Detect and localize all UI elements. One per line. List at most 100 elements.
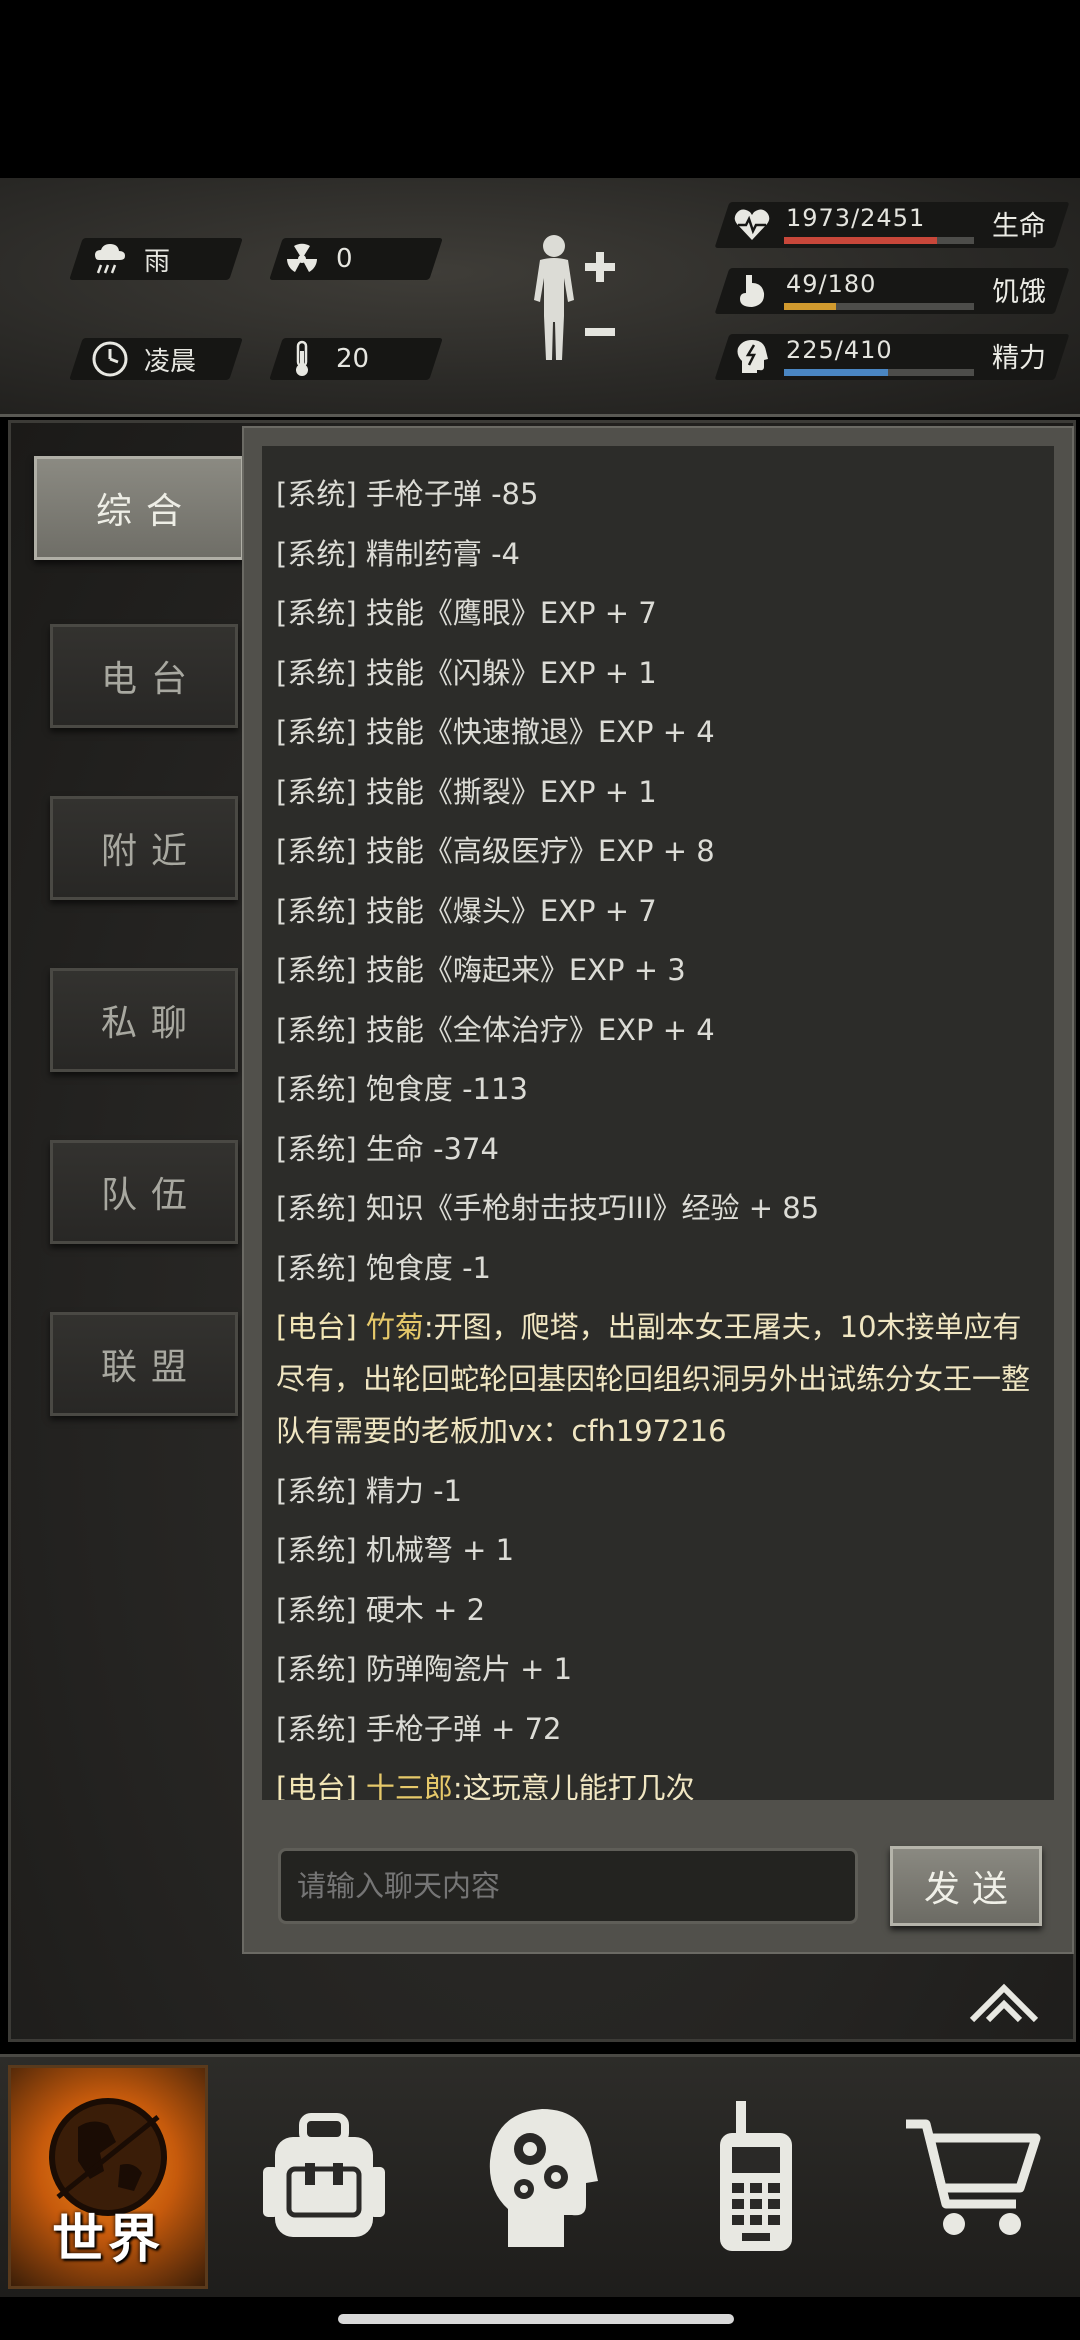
time-of-day-text: 凌晨: [144, 346, 197, 377]
radiation-icon: [282, 239, 322, 279]
chat-message: [系统] 技能《爆头》EXP + 7: [262, 885, 1054, 937]
chat-message: [系统] 知识《手枪射击技巧III》经验 + 85: [262, 1182, 1054, 1234]
chat-message-text: 生命 -374: [365, 1131, 499, 1166]
chat-message: [系统] 防弹陶瓷片 + 1: [262, 1643, 1054, 1695]
chat-channel-tag: [系统]: [276, 1473, 357, 1508]
chat-channel-tag: [系统]: [276, 477, 357, 511]
double-chevron-up-icon: [969, 1983, 1039, 2023]
chat-message: [系统] 技能《闪躲》EXP + 1: [262, 647, 1054, 699]
chat-message-text: 机械弩 + 1: [365, 1533, 515, 1567]
chat-message-text: 技能《快速撤退》EXP + 4: [365, 715, 715, 749]
chat-message: [系统] 手枪子弹 + 72: [262, 1703, 1054, 1755]
chat-message-text: 技能《鹰眼》EXP + 7: [365, 596, 657, 630]
chat-channel-tag: [系统]: [276, 774, 357, 809]
backpack-icon: [263, 2113, 385, 2237]
tab-radio[interactable]: 电台: [50, 624, 238, 728]
chat-channel-tag: [系统]: [276, 1250, 357, 1285]
chat-channel-tag: [系统]: [276, 1191, 357, 1225]
chat-message: [系统] 技能《鹰眼》EXP + 7: [262, 587, 1054, 639]
chat-message-text: 知识《手枪射击技巧III》经验 + 85: [365, 1191, 820, 1225]
chat-channel-tag: [系统]: [276, 953, 357, 987]
chat-message: [系统] 硬木 + 2: [262, 1584, 1054, 1636]
skills-head-icon: [489, 2109, 598, 2247]
chat-message-text: 技能《撕裂》EXP + 1: [365, 774, 657, 809]
hunger-value: 49/180: [786, 270, 877, 298]
temperature-indicator: 20: [282, 338, 369, 380]
rain-cloud-icon: [90, 239, 130, 279]
tab-general[interactable]: 综合: [34, 456, 244, 560]
bottom-nav: 世界: [0, 2054, 1080, 2297]
energy-head-icon: [732, 337, 772, 377]
chat-message-text: :这玩意儿能打几次: [452, 1771, 695, 1800]
status-bar: 雨 0 凌晨 20 1973/2451 生命 49/180 饥饿 225/410…: [0, 178, 1080, 417]
chat-message-text: 技能《全体治疗》EXP + 4: [365, 1012, 715, 1047]
hunger-stat: 49/180 饥饿: [714, 268, 1070, 314]
chat-channel-tag: [系统]: [276, 1131, 357, 1166]
chat-message: [系统] 饱食度 -113: [262, 1063, 1054, 1115]
chat-message-text: 饱食度 -1: [365, 1250, 491, 1285]
chat-input[interactable]: [278, 1848, 858, 1924]
chat-channel-tag: [系统]: [276, 834, 357, 868]
collapse-button[interactable]: [966, 1978, 1042, 2026]
energy-stat: 225/410 精力: [714, 334, 1070, 380]
chat-channel-tag: [系统]: [276, 893, 357, 928]
tab-team[interactable]: 队伍: [50, 1140, 238, 1244]
chat-message-text: 饱食度 -113: [365, 1072, 528, 1106]
chat-message: [电台] 竹菊:开图，爬塔，出副本女王屠夫，10木接单应有尽有，出轮回蛇轮回基因…: [262, 1301, 1054, 1457]
chat-message: [系统] 精力 -1: [262, 1465, 1054, 1517]
chat-channel-tag: [系统]: [276, 536, 357, 571]
chat-message: [系统] 机械弩 + 1: [262, 1524, 1054, 1576]
chat-channel-tag: [系统]: [276, 1072, 357, 1106]
radiation-value: 0: [336, 244, 353, 274]
chat-channel-tag: [电台]: [276, 1310, 357, 1344]
chat-channel-tag: [系统]: [276, 655, 357, 690]
chat-channel-tag: [系统]: [276, 1711, 357, 1746]
chat-message: [系统] 饱食度 -1: [262, 1242, 1054, 1294]
tab-nearby[interactable]: 附近: [50, 796, 238, 900]
nav-world-label: 世界: [51, 2210, 164, 2270]
shop-cart-icon: [906, 2119, 1041, 2235]
nav-radio[interactable]: [656, 2065, 856, 2289]
stat-bar-fill: [784, 237, 937, 244]
chat-message-text: 防弹陶瓷片 + 1: [365, 1652, 573, 1686]
chat-message: [电台] 十三郎:这玩意儿能打几次: [262, 1762, 1054, 1800]
time-indicator: 凌晨: [90, 338, 196, 380]
nav-shop[interactable]: [872, 2065, 1072, 2289]
chat-message-text: 技能《嗨起来》EXP + 3: [365, 953, 686, 987]
send-button[interactable]: 发送: [890, 1846, 1042, 1926]
stomach-icon: [732, 271, 772, 311]
temperature-value: 20: [336, 344, 370, 374]
chat-message-text: 技能《闪躲》EXP + 1: [365, 655, 657, 690]
chat-log[interactable]: [系统] 手枪子弹 -85 [系统] 精制药膏 -4 [系统] 技能《鹰眼》EXP …: [262, 446, 1054, 1800]
chat-message-text: 技能《高级医疗》EXP + 8: [365, 834, 715, 868]
body-status-button[interactable]: [520, 230, 630, 380]
tab-private-chat[interactable]: 私聊: [50, 968, 238, 1072]
energy-value: 225/410: [786, 336, 893, 364]
nav-skills[interactable]: [440, 2065, 640, 2289]
nav-world[interactable]: 世界: [8, 2065, 208, 2289]
chat-message-text: 精制药膏 -4: [365, 536, 520, 571]
health-label: 生命: [992, 211, 1046, 242]
clock-icon: [90, 339, 130, 379]
chat-message: [系统] 技能《快速撤退》EXP + 4: [262, 706, 1054, 758]
chat-message: [系统] 手枪子弹 -85: [262, 468, 1054, 520]
human-body-icon: [534, 235, 615, 360]
hunger-bar: [784, 303, 974, 310]
nav-inventory[interactable]: [224, 2065, 424, 2289]
chat-channel-tag: [系统]: [276, 1592, 357, 1627]
chat-message-text: 手枪子弹 + 72: [365, 1711, 562, 1746]
home-indicator: [338, 2314, 734, 2324]
chat-sender-name[interactable]: 竹菊: [366, 1310, 424, 1344]
weather-indicator: 雨: [90, 238, 170, 280]
chat-sender-name[interactable]: 十三郎: [366, 1771, 453, 1800]
chat-channel-tag: [电台]: [276, 1771, 357, 1800]
chat-message-text: 手枪子弹 -85: [365, 477, 539, 511]
chat-channel-tag: [系统]: [276, 715, 357, 749]
tab-alliance[interactable]: 联盟: [50, 1312, 238, 1416]
radio-walkie-talkie-icon: [720, 2101, 792, 2251]
chat-channel-tag: [系统]: [276, 1652, 357, 1686]
energy-label: 精力: [992, 343, 1046, 374]
chat-message-text: 精力 -1: [365, 1473, 462, 1508]
stat-bar-fill: [784, 369, 889, 376]
weather-text: 雨: [144, 246, 171, 277]
